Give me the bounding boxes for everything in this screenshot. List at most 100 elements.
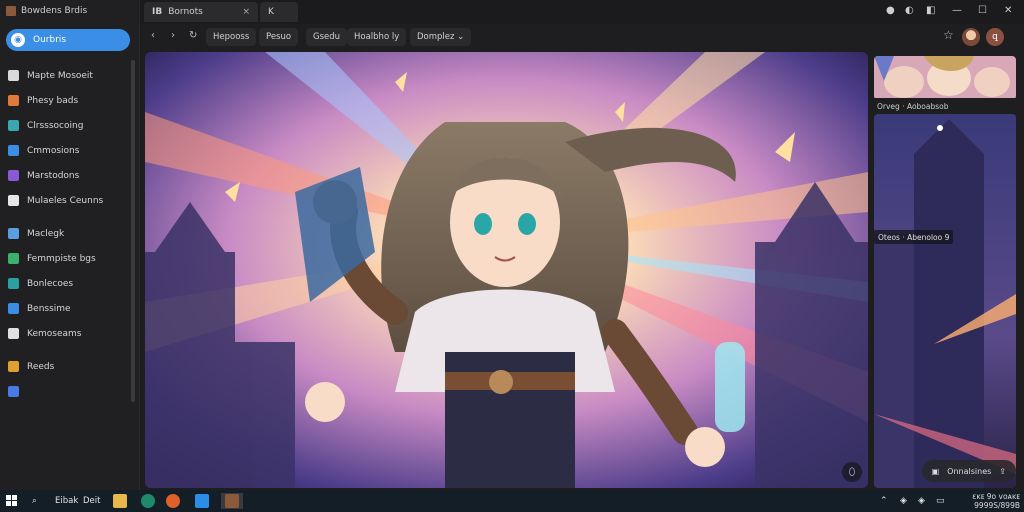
toolbar-chip[interactable]: Gsedu [306,28,348,46]
browser-icon[interactable] [141,493,155,509]
volume-icon[interactable]: ◈ [918,493,925,509]
browser-window: Bowdens Brdis ◉ Ourbris Mapte Mosoeit Phe… [0,0,1024,490]
toolbar-chip[interactable]: Hepooss [206,28,257,46]
globe-icon: ◉ [11,33,25,47]
toolbar: ‹ › ↻ Hepooss Pesuo Gsedu Hoalbho ly Dom… [140,24,1024,51]
sidebar-primary-button[interactable]: ◉ Ourbris [6,29,130,51]
globe-icon [8,145,19,156]
tab-active[interactable]: IB Bornots × [144,2,258,22]
battery-icon[interactable]: ▭ [936,493,945,509]
forward-icon[interactable]: › [171,30,175,41]
grid-icon [8,170,19,181]
thumbnail-image [874,56,1016,100]
sidebar-item[interactable]: Maclegk [8,221,128,246]
sidebar-item-label: Mapte Mosoeit [27,70,93,81]
tab-bar: IB Bornots × K ● ◐ ◧ — ☐ ✕ [140,0,1024,24]
sidebar-item[interactable]: Cmmosions [8,138,128,163]
file-icon [8,195,19,206]
main-artwork-image[interactable]: ⬯ [145,52,868,488]
bookmark-icon[interactable]: ☆ [943,28,954,42]
sidebar-item[interactable]: Mapte Mosoeit [8,63,128,88]
tag-icon [8,95,19,106]
chart-icon [8,253,19,264]
sidebar-item[interactable]: Reeds [8,354,128,379]
sidebar-item[interactable]: Marstodons [8,163,128,188]
clock[interactable]: ɛᴋᴇ 9ᴏ ᴠᴏᴀᴋᴇ 9999S/899B [972,492,1020,510]
tab-second[interactable]: K [260,2,298,22]
thumbnail-caption: Orveg · Aoboabsob [874,98,1016,114]
taskbar: ⌕ Eibak Deit ⌃ ◈ ◈ ▭ ɛᴋᴇ 9ᴏ ᴠᴏᴀᴋᴇ 9999S/… [0,490,1024,512]
sidebar-item-label: Kemoseams [27,328,82,339]
thumbnail-2[interactable] [874,114,1016,488]
clock-time: ɛᴋᴇ 9ᴏ ᴠᴏᴀᴋᴇ [972,492,1020,501]
search-icon[interactable]: ⌕ [32,493,37,509]
sidebar-item-label: Maclegk [27,228,65,239]
thumbnail-caption: Oteos · Abenoloo 9 [874,230,954,244]
sidebar-list: Mapte Mosoeit Phesy bads Clrsssocoing Cmmos… [8,63,128,404]
profile-dot-icon[interactable]: ● [886,5,895,16]
chevron-up-icon[interactable]: ⌃ [880,493,888,509]
sidebar-title: Bowdens Brdis [6,3,87,19]
sidebar-item-label: Benssime [27,303,71,314]
sidebar-item-label: Reeds [27,361,55,372]
cloud-icon [8,278,19,289]
network-icon[interactable]: ◈ [900,493,907,509]
sidebar-item-label: Mulaeles Ceunns [27,195,104,206]
users-icon [8,303,19,314]
sidebar-item[interactable]: Bonlecoes [8,271,128,296]
tab-label: K [268,7,274,17]
sidebar-scrollbar[interactable] [131,60,135,402]
folder-icon [8,70,19,81]
tab-icon: IB [152,7,163,17]
app-title: Bowdens Brdis [21,6,88,16]
start-icon[interactable] [6,493,18,509]
active-app-icon[interactable] [221,493,243,509]
toolbar-chip[interactable]: Hoalbho ly [347,28,407,46]
sidebar-item[interactable]: Femmpiste bgs [8,246,128,271]
firefox-icon[interactable] [166,493,180,509]
tab-label: Bornots [168,7,203,17]
anime-illustration [145,52,868,488]
toolbar-dropdown[interactable]: Domplez ⌄ [410,28,472,46]
toolbar-chip[interactable]: Pesuo [259,28,299,46]
avatar[interactable] [962,28,980,46]
sidebar-item[interactable]: Clrsssocoing [8,113,128,138]
share-pill-button[interactable]: ▣ Onnalsines ⇪ [921,460,1016,482]
sidebar-separator [8,213,128,221]
file-explorer-icon[interactable] [113,493,127,509]
sidebar-item[interactable]: Benssime [8,296,128,321]
calendar-icon [8,120,19,131]
sidebar-item[interactable]: Mulaeles Ceunns [8,188,128,213]
sidebar-item[interactable] [8,379,128,404]
search-label-2[interactable]: Deit [83,493,100,509]
search-label[interactable]: Eibak [55,493,78,509]
star-icon [8,361,19,372]
sidebar: Bowdens Brdis ◉ Ourbris Mapte Mosoeit Phe… [0,0,140,490]
close-icon[interactable]: × [242,7,250,17]
extension2-icon[interactable]: ◧ [926,5,935,16]
sidebar-item-label: Cmmosions [27,145,80,156]
edge-icon[interactable] [195,493,209,509]
mail-icon [8,228,19,239]
heart-icon [8,386,19,397]
sidebar-item-label: Phesy bads [27,95,79,106]
maximize-icon[interactable]: ☐ [978,5,987,16]
back-icon[interactable]: ‹ [151,30,155,41]
thumbnail-image [874,114,1016,488]
window-close-icon[interactable]: ✕ [1004,5,1012,16]
sidebar-item-label: Bonlecoes [27,278,74,289]
minimize-icon[interactable]: — [952,5,962,16]
sidebar-item[interactable]: Kemoseams [8,321,128,346]
save-pin-icon[interactable]: ⬯ [842,462,862,482]
refresh-icon[interactable]: ↻ [189,30,197,41]
profile-icon[interactable]: ꝗ [986,28,1004,46]
sidebar-primary-label: Ourbris [33,35,67,45]
sidebar-item-label: Marstodons [27,170,80,181]
extension-icon[interactable]: ◐ [905,5,914,16]
sidebar-item[interactable]: Phesy bads [8,88,128,113]
clock-date: 9999S/899B [974,501,1020,510]
upload-icon: ⇪ [999,466,1006,476]
app-logo-icon [6,6,16,16]
thumbnail-1[interactable] [874,56,1016,100]
share-label: Onnalsines [947,466,992,476]
